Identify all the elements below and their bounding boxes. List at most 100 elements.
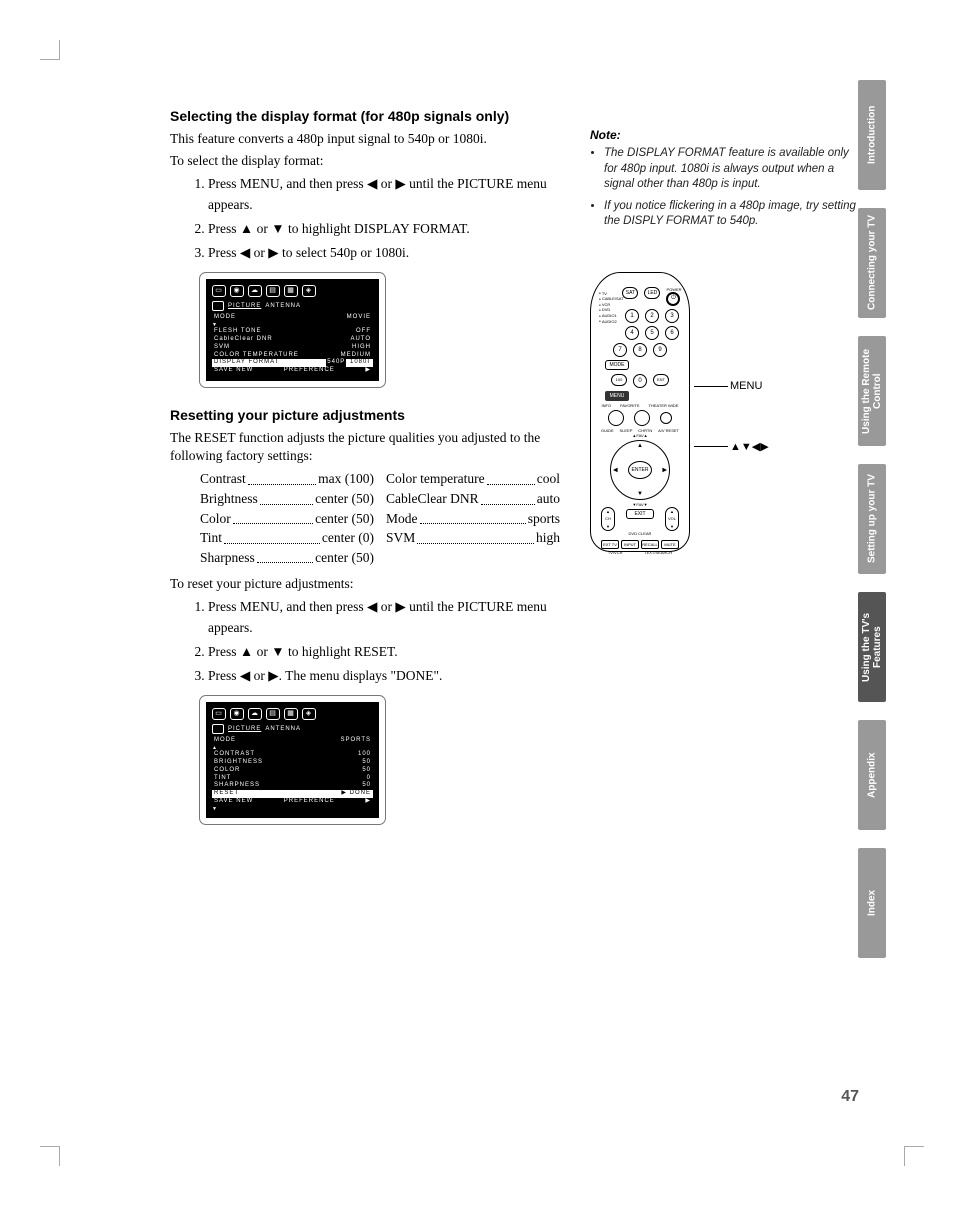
up-arrow-icon: ▲	[637, 443, 643, 449]
note-list: The DISPLAY FORMAT feature is available …	[604, 146, 860, 230]
step: Press ◀ or ▶. The menu displays "DONE".	[208, 666, 560, 686]
down-arrow-icon: ▼	[637, 491, 643, 497]
osd-title: PICTURE ANTENNA	[212, 724, 373, 734]
right-arrow-icon: ▶	[662, 466, 667, 473]
heading-display-format: Selecting the display format (for 480p s…	[170, 108, 560, 124]
ch-rocker: ▲CH▼	[601, 507, 615, 531]
note-heading: Note:	[590, 128, 860, 142]
enter-button: ENTER	[628, 461, 652, 479]
num-button: 3	[665, 309, 679, 323]
osd-tab-icon: ☁	[248, 708, 262, 720]
intro-text: To select the display format:	[170, 152, 560, 170]
osd-tab-icon: ▦	[284, 708, 298, 720]
bottom-row: EXT TVINPUTRECALLMUTE	[601, 540, 679, 549]
osd-tab-icon: ▭	[212, 285, 226, 297]
fav-button	[660, 412, 672, 424]
osd-row: MODESPORTS	[212, 737, 373, 745]
nav-ring: ▲ ▼ ◀ ▶ ENTER	[610, 440, 670, 500]
osd-tab-icon: ▭	[212, 708, 226, 720]
page-number: 47	[841, 1088, 859, 1106]
num-button: 5	[645, 326, 659, 340]
crop-mark	[40, 1146, 60, 1166]
table-row: Tintcenter (0)	[200, 528, 374, 548]
fav-button	[608, 410, 624, 426]
power-button: ⏻	[666, 292, 680, 306]
osd-footer: SAVE NEWPREFERENCE▶	[212, 798, 373, 806]
num-button: 2	[645, 309, 659, 323]
menu-button: MENU	[605, 391, 629, 401]
tab-introduction[interactable]: Introduction	[858, 80, 886, 190]
tab-features[interactable]: Using the TV's Features	[858, 592, 886, 702]
num-button: 0	[633, 374, 647, 388]
tab-appendix[interactable]: Appendix	[858, 720, 886, 830]
osd-row: MODEMOVIE	[212, 314, 373, 322]
intro-text: The RESET function adjusts the picture q…	[170, 429, 560, 465]
osd-tab-icon: ◈	[302, 708, 316, 720]
osd-tab-icon: ◉	[230, 708, 244, 720]
remote-illustration: TVCABLE/SATVCR DVDAUDIO1AUDIO2 SAT LED P…	[590, 272, 760, 552]
intro-text: To reset your picture adjustments:	[170, 575, 560, 593]
num-button: 9	[653, 343, 667, 357]
osd-tab-icon: ◉	[230, 285, 244, 297]
intro-text: This feature converts a 480p input signa…	[170, 130, 560, 148]
bottom-labels: TV/VCRTEXT/SEARCH	[597, 550, 683, 555]
table-row: CableClear DNRauto	[386, 489, 560, 509]
osd-tab-icon: ▤	[266, 285, 280, 297]
crop-mark	[40, 40, 60, 60]
tab-connecting[interactable]: Connecting your TV	[858, 208, 886, 318]
osd-tab-icon: ◈	[302, 285, 316, 297]
table-row: Modesports	[386, 509, 560, 529]
osd-row: SVMHIGH	[212, 344, 373, 352]
tv-icon	[212, 301, 224, 311]
osd-row: TINT0	[212, 775, 373, 783]
fav-row	[603, 410, 677, 426]
step: Press ▲ or ▼ to highlight RESET.	[208, 642, 560, 662]
steps-list: Press MENU, and then press ◀ or ▶ until …	[208, 174, 560, 263]
dvdclear-label: DVD CLEAR	[597, 531, 683, 536]
steps-list: Press MENU, and then press ◀ or ▶ until …	[208, 597, 560, 686]
osd-row-selected: RESET ▶ DONE	[212, 790, 373, 798]
osd-tab-icon: ▦	[284, 285, 298, 297]
tab-index[interactable]: Index	[858, 848, 886, 958]
main-column: Selecting the display format (for 480p s…	[170, 108, 560, 844]
osd-row: FLESH TONEOFF	[212, 328, 373, 336]
osd-row: BRIGHTNESS50	[212, 759, 373, 767]
osd-row: CableClear DNRAUTO	[212, 336, 373, 344]
step: Press ▲ or ▼ to highlight DISPLAY FORMAT…	[208, 219, 560, 239]
num-button: 6	[665, 326, 679, 340]
osd-tab-icon: ▤	[266, 708, 280, 720]
osd-icon-row: ▭ ◉ ☁ ▤ ▦ ◈	[212, 708, 373, 720]
left-arrow-icon: ◀	[613, 466, 618, 473]
table-row: Color temperaturecool	[386, 469, 560, 489]
tab-setting-up[interactable]: Setting up your TV	[858, 464, 886, 574]
source-labels: TVCABLE/SATVCR DVDAUDIO1AUDIO2	[599, 291, 633, 325]
crop-mark	[904, 1146, 924, 1166]
table-row: Contrastmax (100)	[200, 469, 374, 489]
osd-row: COLOR50	[212, 767, 373, 775]
osd-row-selected: DISPLAY FORMAT 540P 1080I	[212, 359, 373, 367]
osd-title: PICTURE ANTENNA	[212, 301, 373, 311]
fav-button	[634, 410, 650, 426]
label-row: GUIDESLEEPCHRTNA/V RESET	[597, 428, 683, 433]
tab-remote[interactable]: Using the Remote Control	[858, 336, 886, 446]
num-button: 4	[625, 326, 639, 340]
fav-arrow: ▲FAV▲	[597, 433, 683, 438]
side-tabs: Introduction Connecting your TV Using th…	[858, 80, 886, 958]
step: Press MENU, and then press ◀ or ▶ until …	[208, 174, 560, 215]
osd-footer: SAVE NEWPREFERENCE▶	[212, 367, 373, 375]
osd-row: SHARPNESS50	[212, 782, 373, 790]
heading-reset: Resetting your picture adjustments	[170, 407, 560, 423]
callout-menu: MENU	[730, 380, 762, 392]
table-row: Sharpnesscenter (50)	[200, 548, 374, 568]
table-row: Colorcenter (50)	[200, 509, 374, 529]
vol-rocker: ▲VOL▼	[665, 507, 679, 531]
led-button: LED	[644, 287, 660, 299]
num-button: 8	[633, 343, 647, 357]
table-row: Brightnesscenter (50)	[200, 489, 374, 509]
step: Press ◀ or ▶ to select 540p or 1080i.	[208, 243, 560, 263]
callout-arrows: ▲▼◀▶	[730, 440, 769, 453]
exit-button: EXIT	[626, 509, 654, 519]
tv-icon	[212, 724, 224, 734]
note-item: If you notice flickering in a 480p image…	[604, 199, 860, 230]
osd-row: COLOR TEMPERATUREMEDIUM	[212, 352, 373, 360]
